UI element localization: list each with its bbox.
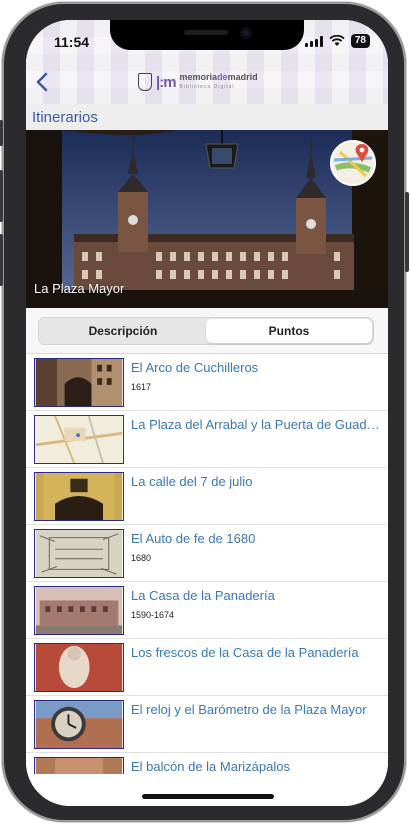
thumbnail-image [34, 472, 124, 521]
list-item-title: El reloj y el Barómetro de la Plaza Mayo… [131, 702, 367, 717]
thumbnail-image [34, 586, 124, 635]
signal-icon [304, 35, 323, 47]
list-item-title: El balcón de la Marizápalos [131, 759, 290, 774]
logo-title-a: memoria [179, 72, 218, 82]
tab-puntos[interactable]: Puntos [206, 319, 372, 343]
home-indicator[interactable] [142, 794, 274, 799]
list-item[interactable]: La calle del 7 de julio [26, 468, 388, 525]
power-button [405, 192, 409, 272]
thumbnail-image [34, 529, 124, 578]
list-item[interactable]: La Plaza del Arrabal y la Puerta de Guad… [26, 411, 388, 468]
thumbnail-image [34, 757, 124, 774]
memoria-de-madrid-logo: |:m memoriademadrid Biblioteca Digital [138, 72, 258, 92]
volume-down-button [0, 234, 3, 286]
list-item-title: Los frescos de la Casa de la Panadería [131, 645, 359, 660]
wifi-icon [329, 35, 345, 46]
list-item-title: La calle del 7 de julio [131, 474, 253, 489]
hero-title: La Plaza Mayor [34, 281, 125, 296]
list-item-subtitle: 1590-1674 [131, 610, 175, 620]
logo-subtitle: Biblioteca Digital [179, 84, 235, 90]
points-list: El Arco de Cuchilleros 1617 La Plaza del… [26, 354, 388, 774]
thumbnail-image [34, 415, 124, 464]
madrid-shield-icon [138, 73, 152, 91]
thumbnail-image [34, 358, 124, 407]
speaker [184, 30, 228, 35]
map-pin-icon[interactable] [330, 140, 376, 186]
logo-title-c: madrid [227, 72, 258, 82]
tab-descripcion[interactable]: Descripción [40, 319, 206, 343]
screen: 11:54 78 |:m memoriademadrid Biblioteca … [26, 20, 388, 806]
list-item[interactable]: El Arco de Cuchilleros 1617 [26, 354, 388, 411]
section-bar: Itinerarios [26, 104, 388, 130]
list-item[interactable]: El balcón de la Marizápalos [26, 753, 388, 774]
list-item-title: El Arco de Cuchilleros [131, 360, 259, 375]
hero-image: La Plaza Mayor [26, 130, 388, 308]
list-item-subtitle: 1617 [131, 382, 152, 392]
battery-icon: 78 [350, 34, 370, 48]
list-item[interactable]: El reloj y el Barómetro de la Plaza Mayo… [26, 696, 388, 753]
phone-frame: 11:54 78 |:m memoriademadrid Biblioteca … [0, 2, 409, 822]
list-item[interactable]: Los frescos de la Casa de la Panadería [26, 639, 388, 696]
list-item[interactable]: El Auto de fe de 1680 1680 [26, 525, 388, 582]
camera [240, 27, 252, 39]
mute-switch [0, 120, 3, 146]
home-indicator-area [26, 774, 388, 806]
logo-title-b: de [217, 72, 228, 82]
volume-up-button [0, 170, 3, 222]
list-item-title: El Auto de fe de 1680 [131, 531, 256, 546]
section-title: Itinerarios [32, 109, 98, 126]
list-item-title: La Plaza del Arrabal y la Puerta de Guad… [131, 417, 380, 432]
segmented-control-bar: Descripción Puntos [26, 308, 388, 354]
logo-title: memoriademadrid [180, 72, 258, 82]
thumbnail-image [34, 700, 124, 749]
list-item-title: La Casa de la Panadería [131, 588, 275, 603]
logo-text: memoriademadrid Biblioteca Digital [180, 72, 258, 92]
notch [110, 20, 304, 50]
list-item[interactable]: La Casa de la Panadería 1590-1674 [26, 582, 388, 639]
logo-mark-icon: |:m [156, 73, 177, 91]
chevron-left-icon[interactable] [32, 70, 54, 94]
status-icons: 78 [304, 34, 370, 48]
segmented-control: Descripción Puntos [38, 317, 374, 345]
status-time: 11:54 [54, 34, 90, 50]
list-item-subtitle: 1680 [131, 553, 152, 563]
thumbnail-image [34, 643, 124, 692]
